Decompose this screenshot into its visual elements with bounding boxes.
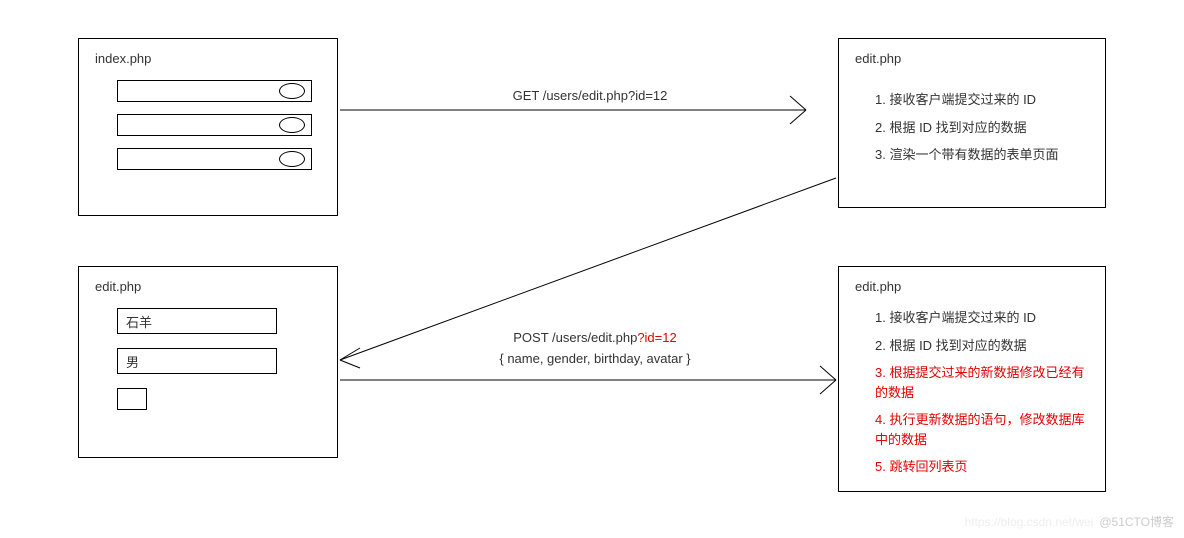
arrow-post-suffix: ?id=12 (637, 330, 676, 345)
box-index-title: index.php (95, 51, 321, 66)
box-edit-post-title: edit.php (855, 279, 1089, 294)
list-item (117, 114, 312, 136)
ellipsis-icon (279, 151, 305, 167)
box-edit-post: edit.php 1. 接收客户端提交过来的 ID 2. 根据 ID 找到对应的… (838, 266, 1106, 492)
arrow-get-text: GET /users/edit.php?id=12 (513, 88, 668, 103)
form-gender-value: 男 (126, 352, 139, 371)
form-name-field: 石羊 (117, 308, 277, 334)
watermark-faded: https://blog.csdn.net/wei (965, 515, 1094, 529)
step-item: 5. 跳转回列表页 (875, 457, 1089, 477)
watermark: https://blog.csdn.net/wei @51CTO博客 (965, 513, 1174, 530)
step-item: 2. 根据 ID 找到对应的数据 (875, 336, 1089, 356)
step-item: 3. 根据提交过来的新数据修改已经有的数据 (875, 363, 1089, 402)
box-index-php: index.php (78, 38, 338, 216)
arrow-post-label: POST /users/edit.php?id=12 { name, gende… (460, 330, 730, 366)
arrow-post-body: { name, gender, birthday, avatar } (460, 351, 730, 366)
edit-post-steps: 1. 接收客户端提交过来的 ID 2. 根据 ID 找到对应的数据 3. 根据提… (855, 308, 1089, 477)
box-edit-get-title: edit.php (855, 51, 1089, 66)
form-name-value: 石羊 (126, 312, 152, 331)
box-edit-get: edit.php 1. 接收客户端提交过来的 ID 2. 根据 ID 找到对应的… (838, 38, 1106, 208)
step-item: 2. 根据 ID 找到对应的数据 (875, 118, 1089, 138)
arrow-post-prefix: POST /users/edit.php (513, 330, 637, 345)
step-item: 4. 执行更新数据的语句，修改数据库中的数据 (875, 410, 1089, 449)
step-item: 1. 接收客户端提交过来的 ID (875, 90, 1089, 110)
box-edit-form: edit.php 石羊 男 (78, 266, 338, 458)
box-edit-form-title: edit.php (95, 279, 321, 294)
form-gender-field: 男 (117, 348, 277, 374)
step-item: 1. 接收客户端提交过来的 ID (875, 308, 1089, 328)
list-item (117, 80, 312, 102)
form-submit-button (117, 388, 147, 410)
watermark-text: @51CTO博客 (1099, 515, 1174, 529)
edit-get-steps: 1. 接收客户端提交过来的 ID 2. 根据 ID 找到对应的数据 3. 渲染一… (855, 80, 1089, 165)
arrow-post-line1: POST /users/edit.php?id=12 (460, 330, 730, 345)
ellipsis-icon (279, 83, 305, 99)
list-item (117, 148, 312, 170)
step-item: 3. 渲染一个带有数据的表单页面 (875, 145, 1089, 165)
arrow-get-label: GET /users/edit.php?id=12 (460, 88, 720, 103)
ellipsis-icon (279, 117, 305, 133)
